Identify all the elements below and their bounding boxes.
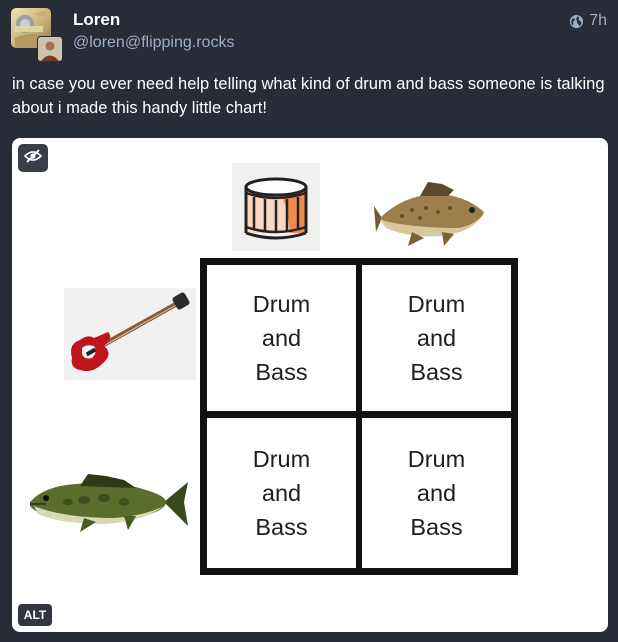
cell-text-line: Bass bbox=[255, 514, 308, 540]
media-attachment[interactable]: Drum and Bass Drum and Bass Drum and Bas… bbox=[12, 138, 608, 632]
cell-text-line: Bass bbox=[410, 514, 463, 540]
cell-text-line: Bass bbox=[410, 359, 463, 385]
cell-text-line: Drum bbox=[407, 446, 466, 472]
grid-cell-top-left: Drum and Bass bbox=[207, 265, 356, 411]
post-meta: 7h bbox=[569, 12, 607, 30]
bass-guitar-icon bbox=[64, 288, 196, 380]
cell-text-line: and bbox=[416, 325, 457, 351]
display-name[interactable]: Loren bbox=[73, 10, 120, 30]
timestamp[interactable]: 7h bbox=[589, 12, 607, 30]
snare-drum-icon bbox=[232, 163, 320, 251]
cell-text-line: Drum bbox=[252, 291, 311, 317]
alt-text-badge[interactable]: ALT bbox=[18, 604, 52, 626]
globe-icon bbox=[569, 14, 584, 29]
avatar[interactable] bbox=[11, 8, 63, 62]
cell-text-line: and bbox=[261, 480, 302, 506]
account-avatar-thumbnail bbox=[37, 36, 63, 62]
grid-cell-top-right: Drum and Bass bbox=[362, 265, 511, 411]
grid-cell-bottom-left: Drum and Bass bbox=[207, 418, 356, 568]
cell-text-line: and bbox=[261, 325, 302, 351]
cell-text-line: and bbox=[416, 480, 457, 506]
grid-cell-bottom-right: Drum and Bass bbox=[362, 418, 511, 568]
status-post: Loren @loren@flipping.rocks 7h in case y… bbox=[0, 0, 618, 642]
eye-slash-icon bbox=[23, 148, 43, 168]
account-handle[interactable]: @loren@flipping.rocks bbox=[73, 34, 234, 52]
cell-text-line: Bass bbox=[255, 359, 308, 385]
chart-grid: Drum and Bass Drum and Bass Drum and Bas… bbox=[200, 258, 518, 575]
cell-text-line: Drum bbox=[407, 291, 466, 317]
drum-fish-icon bbox=[372, 180, 492, 250]
bass-fish-icon bbox=[24, 468, 190, 536]
status-text: in case you ever need help telling what … bbox=[12, 75, 605, 117]
hide-media-button[interactable] bbox=[18, 144, 48, 172]
cell-text-line: Drum bbox=[252, 446, 311, 472]
